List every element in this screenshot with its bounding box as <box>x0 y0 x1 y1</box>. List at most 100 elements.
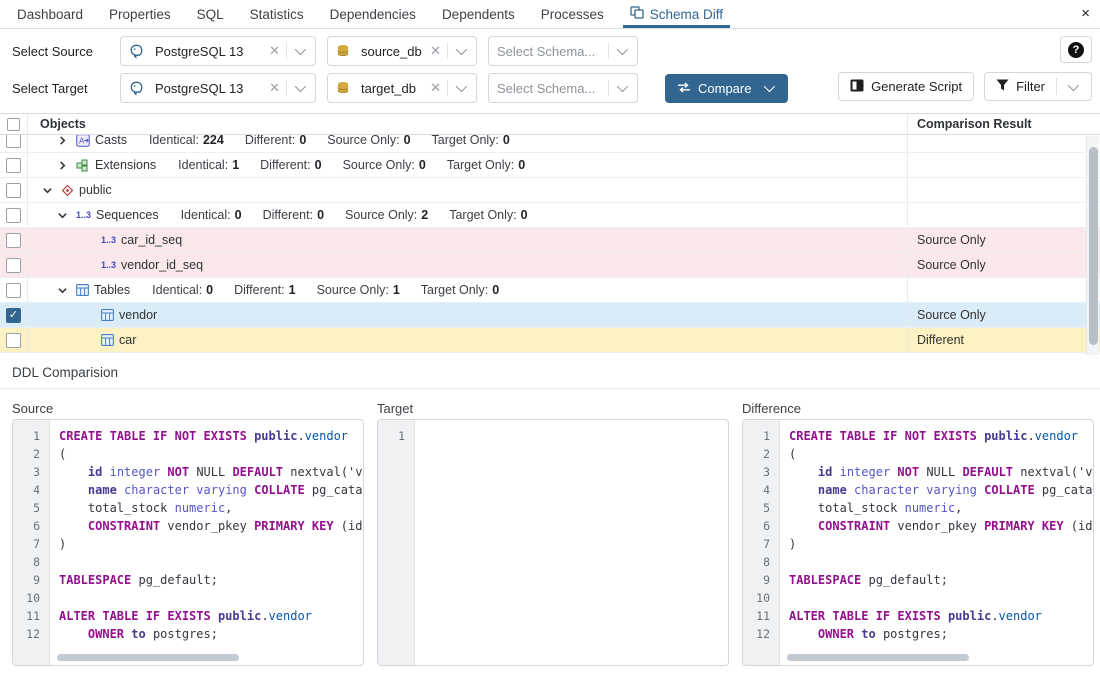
code-area[interactable]: CREATE TABLE IF NOT EXISTS public.vendor… <box>50 420 363 665</box>
code-line: TABLESPACE pg_default; <box>789 571 1093 589</box>
compare-button[interactable]: Compare <box>665 74 788 103</box>
table-row-Sequences[interactable]: 1..3SequencesIdentical:0Different:0Sourc… <box>0 203 1100 228</box>
chevron-down-icon[interactable] <box>295 81 306 92</box>
code-line: ( <box>59 445 363 463</box>
row-checkbox[interactable]: ✓ <box>6 308 21 323</box>
row-checkbox[interactable] <box>6 283 21 298</box>
chevron-down-icon[interactable] <box>1068 79 1079 90</box>
chevron-down-icon[interactable] <box>456 44 467 55</box>
tab-bar: DashboardPropertiesSQLStatisticsDependen… <box>0 0 1100 29</box>
collapse-chevron-icon[interactable] <box>55 286 69 295</box>
object-name: Sequences <box>96 208 159 222</box>
source-server-value: PostgreSQL 13 <box>155 44 243 59</box>
code-area[interactable]: CREATE TABLE IF NOT EXISTS public.vendor… <box>780 420 1093 665</box>
select-all-checkbox[interactable] <box>7 118 20 131</box>
code-line: id integer NOT NULL DEFAULT nextval('ven… <box>59 463 363 481</box>
target-db-select[interactable]: target_db ✕ <box>327 73 477 103</box>
chevron-down-icon[interactable] <box>617 44 628 55</box>
source-server-clear-icon[interactable]: ✕ <box>263 43 286 59</box>
count-identical: Identical:224 <box>149 135 224 147</box>
source-db-clear-icon[interactable]: ✕ <box>424 43 447 59</box>
code-line: CONSTRAINT vendor_pkey PRIMARY KEY (id) <box>789 517 1093 535</box>
generate-script-button[interactable]: Generate Script <box>838 72 974 101</box>
count-target-only: Target Only:0 <box>449 208 527 222</box>
tab-sql[interactable]: SQL <box>184 0 237 28</box>
expand-chevron-icon[interactable] <box>55 161 69 170</box>
source-schema-placeholder: Select Schema... <box>497 44 595 59</box>
tab-properties[interactable]: Properties <box>96 0 184 28</box>
table-row-Extensions[interactable]: ExtensionsIdentical:1Different:0Source O… <box>0 153 1100 178</box>
code-editor-difference[interactable]: 123456789101112CREATE TABLE IF NOT EXIST… <box>742 419 1094 666</box>
tab-dependents[interactable]: Dependents <box>429 0 528 28</box>
help-button[interactable]: ? <box>1060 36 1092 63</box>
select-target-label: Select Target <box>12 81 120 96</box>
target-server-select[interactable]: PostgreSQL 13 ✕ <box>120 73 316 103</box>
code-line: ) <box>789 535 1093 553</box>
horizontal-scrollbar[interactable] <box>787 654 969 661</box>
code-editor-source[interactable]: 123456789101112CREATE TABLE IF NOT EXIST… <box>12 419 364 666</box>
chevron-down-icon[interactable] <box>295 44 306 55</box>
schema-diff-icon <box>630 6 644 22</box>
tab-label: SQL <box>197 7 224 22</box>
target-db-clear-icon[interactable]: ✕ <box>424 80 447 96</box>
row-checkbox[interactable] <box>6 333 21 348</box>
source-schema-select[interactable]: Select Schema... <box>488 36 638 66</box>
source-db-select[interactable]: source_db ✕ <box>327 36 477 66</box>
table-row-vendor_id_seq[interactable]: 1..3vendor_id_seqSource Only <box>0 253 1100 278</box>
code-line <box>789 553 1093 571</box>
row-checkbox[interactable] <box>6 183 21 198</box>
objects-column-header[interactable]: Objects <box>28 114 908 134</box>
code-line: CONSTRAINT vendor_pkey PRIMARY KEY (id) <box>59 517 363 535</box>
table-row-car_id_seq[interactable]: 1..3car_id_seqSource Only <box>0 228 1100 253</box>
chevron-down-icon[interactable] <box>456 81 467 92</box>
tab-statistics[interactable]: Statistics <box>237 0 317 28</box>
filter-button[interactable]: Filter <box>984 72 1092 101</box>
close-icon[interactable]: × <box>1081 6 1090 22</box>
tab-dashboard[interactable]: Dashboard <box>4 0 96 28</box>
row-checkbox[interactable] <box>6 158 21 173</box>
table-row-Tables[interactable]: TablesIdentical:0Different:1Source Only:… <box>0 278 1100 303</box>
database-icon <box>336 44 350 58</box>
object-name: vendor <box>119 308 157 322</box>
table-row-car[interactable]: carDifferent <box>0 328 1100 353</box>
row-checkbox[interactable] <box>6 258 21 273</box>
expand-chevron-icon[interactable] <box>55 136 69 145</box>
table-row-vendor[interactable]: ✓vendorSource Only <box>0 303 1100 328</box>
line-number-gutter: 123456789101112 <box>743 420 780 665</box>
divider <box>608 43 609 59</box>
horizontal-scrollbar[interactable] <box>57 654 239 661</box>
table-row-public[interactable]: public <box>0 178 1100 203</box>
collapse-chevron-icon[interactable] <box>55 211 69 220</box>
code-line <box>59 553 363 571</box>
filter-label: Filter <box>1016 79 1045 94</box>
comparison-result-cell <box>908 278 1100 302</box>
target-schema-select[interactable]: Select Schema... <box>488 73 638 103</box>
chevron-down-icon[interactable] <box>617 81 628 92</box>
code-line: id integer NOT NULL DEFAULT nextval('ven… <box>789 463 1093 481</box>
count-target-only: Target Only:0 <box>432 135 510 147</box>
source-server-select[interactable]: PostgreSQL 13 ✕ <box>120 36 316 66</box>
scrollbar-thumb[interactable] <box>1089 147 1098 345</box>
collapse-chevron-icon[interactable] <box>40 186 54 195</box>
tab-dependencies[interactable]: Dependencies <box>317 0 429 28</box>
tab-label: Properties <box>109 7 171 22</box>
target-server-clear-icon[interactable]: ✕ <box>263 80 286 96</box>
row-checkbox[interactable] <box>6 135 21 148</box>
divider <box>286 80 287 96</box>
vertical-scrollbar[interactable] <box>1086 136 1099 355</box>
table-row-Casts[interactable]: ACastsIdentical:224Different:0Source Onl… <box>0 135 1100 153</box>
tab-processes[interactable]: Processes <box>528 0 617 28</box>
code-area[interactable] <box>415 420 728 665</box>
ddl-panel-difference: Difference123456789101112CREATE TABLE IF… <box>742 397 1094 666</box>
script-icon <box>850 79 864 95</box>
count-different: Different:0 <box>245 135 306 147</box>
row-checkbox[interactable] <box>6 208 21 223</box>
object-name: Extensions <box>95 158 156 172</box>
count-different: Different:0 <box>263 208 324 222</box>
code-editor-target[interactable]: 1 <box>377 419 729 666</box>
row-checkbox[interactable] <box>6 233 21 248</box>
panel-label-source: Source <box>12 397 364 419</box>
code-line: name character varying COLLATE pg_catalo… <box>789 481 1093 499</box>
tab-schema-diff[interactable]: Schema Diff <box>617 0 736 28</box>
comparison-result-column-header[interactable]: Comparison Result <box>908 114 1100 134</box>
